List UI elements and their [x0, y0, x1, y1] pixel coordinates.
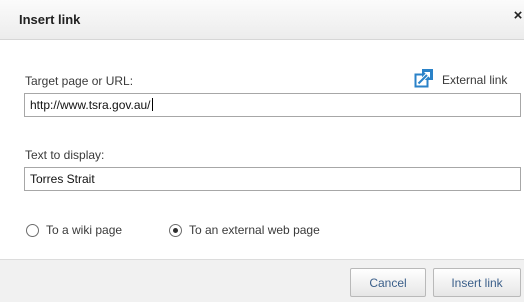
radio-external-page-label[interactable]: To an external web page [189, 223, 320, 237]
dialog-titlebar: Insert link × [0, 0, 524, 40]
radio-wiki-page-button[interactable] [26, 223, 39, 237]
url-input-value: http://www.tsra.gov.au/ [30, 98, 151, 112]
display-text-input[interactable]: Torres Strait [24, 167, 521, 191]
external-link-label[interactable]: External link [442, 73, 507, 87]
display-text-label: Text to display: [25, 148, 105, 162]
text-caret [151, 98, 153, 111]
insert-link-button[interactable]: Insert link [433, 268, 521, 297]
url-label: Target page or URL: [25, 74, 134, 88]
radio-external-page[interactable]: To an external web page [169, 221, 320, 239]
url-input[interactable]: http://www.tsra.gov.au/ [24, 93, 521, 117]
display-text-value: Torres Strait [30, 172, 95, 186]
radio-external-page-button[interactable] [169, 223, 182, 237]
external-link-icon[interactable] [414, 68, 434, 88]
cancel-button[interactable]: Cancel [350, 268, 426, 297]
radio-wiki-page[interactable]: To a wiki page [26, 221, 122, 239]
insert-link-dialog: Insert link × Target page or URL: Extern… [0, 0, 524, 302]
dialog-title: Insert link [19, 12, 81, 27]
close-icon[interactable]: × [512, 8, 524, 24]
radio-wiki-page-label[interactable]: To a wiki page [46, 223, 122, 237]
